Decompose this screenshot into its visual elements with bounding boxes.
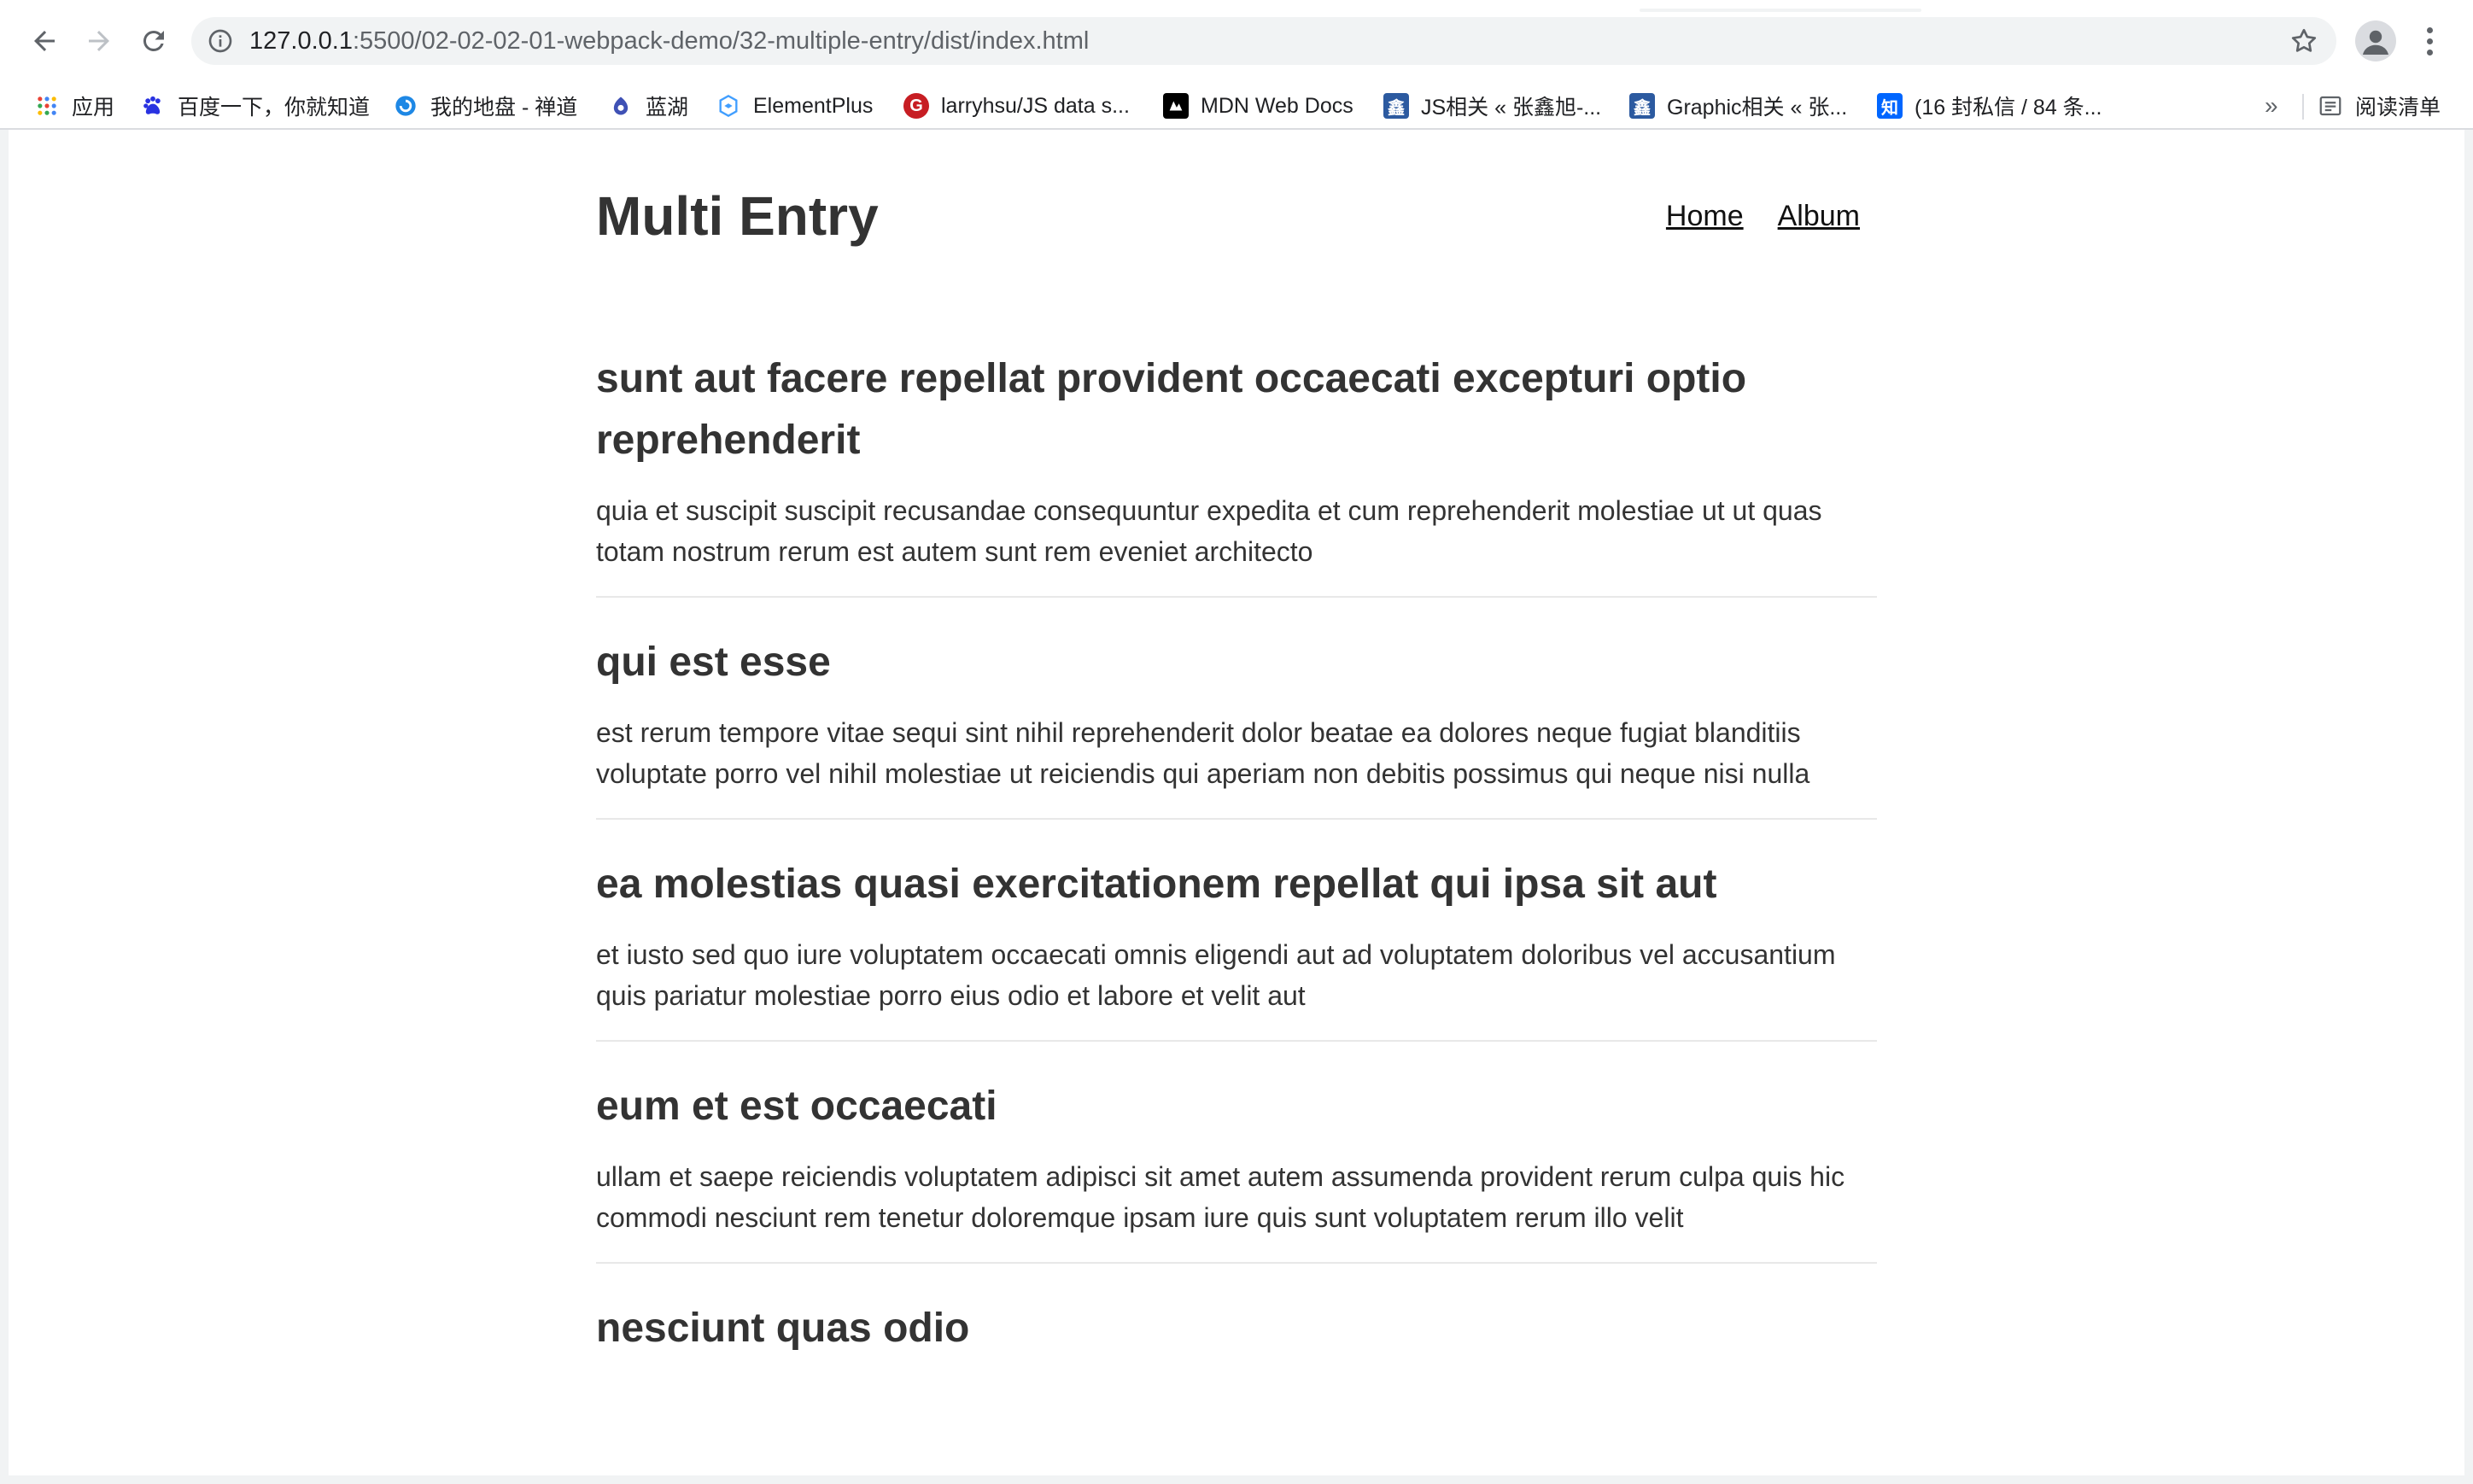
zxx-icon: 鑫 [1383, 93, 1409, 119]
post-body: et iusto sed quo iure voluptatem occaeca… [596, 939, 1836, 1011]
url-host: 127.0.0.1 [249, 27, 353, 55]
bookmark-zxx-graphic[interactable]: 鑫 Graphic相关 « 张... [1629, 82, 1847, 130]
bookmark-label: 百度一下，你就知道 [178, 96, 371, 120]
zentao-icon [393, 93, 418, 119]
bookmarks-divider [2302, 94, 2304, 120]
bookmark-label: 应用 [72, 96, 115, 120]
site-title: Multi Entry [596, 185, 879, 247]
arrow-left-icon [34, 31, 55, 51]
post-body: ullam et saepe reiciendis voluptatem adi… [596, 1161, 1845, 1233]
lanhu-icon [608, 93, 634, 119]
post-item: eum et est occaecati ullam et saepe reic… [596, 1076, 1877, 1264]
post-list: sunt aut facere repellat provident occae… [596, 356, 1877, 1431]
reading-list-button[interactable]: 阅读清单 [2318, 82, 2441, 130]
bookmark-baidu[interactable]: 百度一下，你就知道 [140, 82, 370, 130]
browser-menu-button[interactable] [2417, 20, 2442, 61]
post-title: ea molestias quasi exercitationem repell… [596, 862, 1717, 907]
bookmark-label: 蓝湖 [646, 96, 689, 120]
arrow-right-icon [89, 31, 109, 51]
bookmarks-bar: 应用 百度一下，你就知道 我的地盘 - 禅道 蓝湖 ElementPlus G … [0, 82, 2473, 130]
post-body: quia et suscipit suscipit recusandae con… [596, 495, 1822, 567]
url-path: :5500/02-02-02-01-webpack-demo/32-multip… [352, 27, 1090, 55]
mdn-icon [1163, 93, 1189, 119]
bookmark-gitee[interactable]: G larryhsu/JS data s... [903, 82, 1130, 130]
bookmark-label: larryhsu/JS data s... [941, 93, 1130, 118]
elementplus-icon [716, 93, 741, 119]
bookmark-zentao[interactable]: 我的地盘 - 禅道 [393, 82, 577, 130]
menu-dot [2426, 26, 2433, 33]
bookmark-apps[interactable]: 应用 [34, 82, 114, 130]
address-bar[interactable]: 127.0.0.1:5500/02-02-02-01-webpack-demo/… [191, 17, 2336, 65]
nav-link-home[interactable]: Home [1666, 200, 1744, 233]
bookmark-lanhu[interactable]: 蓝湖 [608, 82, 688, 130]
bookmark-label: JS相关 « 张鑫旭-... [1421, 96, 1602, 120]
post-title: qui est esse [596, 640, 831, 685]
person-icon [2363, 30, 2388, 55]
info-icon[interactable] [207, 27, 234, 55]
menu-dot [2426, 49, 2433, 56]
zxx-icon: 鑫 [1629, 93, 1655, 119]
content-container: Multi Entry Home Album sunt aut facere r… [596, 131, 1877, 1351]
post-item: ea molestias quasi exercitationem repell… [596, 854, 1877, 1042]
baidu-icon [140, 93, 166, 119]
nav-link-album[interactable]: Album [1778, 200, 1860, 233]
apps-grid-icon [34, 93, 60, 119]
bookmark-zhihu[interactable]: 知 (16 封私信 / 84 条... [1877, 82, 2102, 130]
post-title: eum et est occaecati [596, 1084, 997, 1129]
back-button[interactable] [22, 19, 67, 63]
zhihu-icon: 知 [1877, 93, 1903, 119]
reload-icon [143, 30, 164, 51]
bookmark-star-icon[interactable] [2289, 26, 2319, 56]
tab-strip-edge [1640, 9, 1921, 12]
post-body: est rerum tempore vitae sequi sint nihil… [596, 717, 1810, 789]
bookmark-elementplus[interactable]: ElementPlus [716, 82, 873, 130]
reading-list-label: 阅读清单 [2355, 96, 2441, 120]
forward-button[interactable] [77, 19, 121, 63]
site-header: Multi Entry Home Album [596, 131, 1877, 294]
bookmark-label: Graphic相关 « 张... [1667, 96, 1848, 120]
bookmark-label: MDN Web Docs [1201, 93, 1353, 118]
menu-dot [2426, 38, 2433, 44]
post-item: nesciunt quas odio [596, 1298, 1877, 1383]
page-viewport: Multi Entry Home Album sunt aut facere r… [9, 131, 2464, 1475]
profile-avatar[interactable] [2355, 20, 2396, 61]
url-text[interactable]: 127.0.0.1:5500/02-02-02-01-webpack-demo/… [249, 27, 1089, 55]
reading-list-icon [2319, 96, 2341, 116]
bookmarks-overflow-button[interactable]: » [2265, 82, 2278, 130]
reload-button[interactable] [132, 19, 176, 63]
bookmark-label: (16 封私信 / 84 条... [1915, 96, 2102, 120]
site-nav: Home Album [1666, 200, 1860, 233]
gitee-icon: G [903, 93, 929, 119]
bookmark-label: 我的地盘 - 禅道 [430, 96, 578, 120]
bookmark-zxx-js[interactable]: 鑫 JS相关 « 张鑫旭-... [1383, 82, 1601, 130]
post-item: sunt aut facere repellat provident occae… [596, 348, 1877, 598]
browser-toolbar: 127.0.0.1:5500/02-02-02-01-webpack-demo/… [0, 0, 2473, 82]
post-item: qui est esse est rerum tempore vitae seq… [596, 632, 1877, 820]
post-title: sunt aut facere repellat provident occae… [596, 356, 1747, 463]
bookmark-label: ElementPlus [753, 93, 874, 118]
post-title: nesciunt quas odio [596, 1306, 970, 1351]
bookmark-mdn[interactable]: MDN Web Docs [1163, 82, 1353, 130]
